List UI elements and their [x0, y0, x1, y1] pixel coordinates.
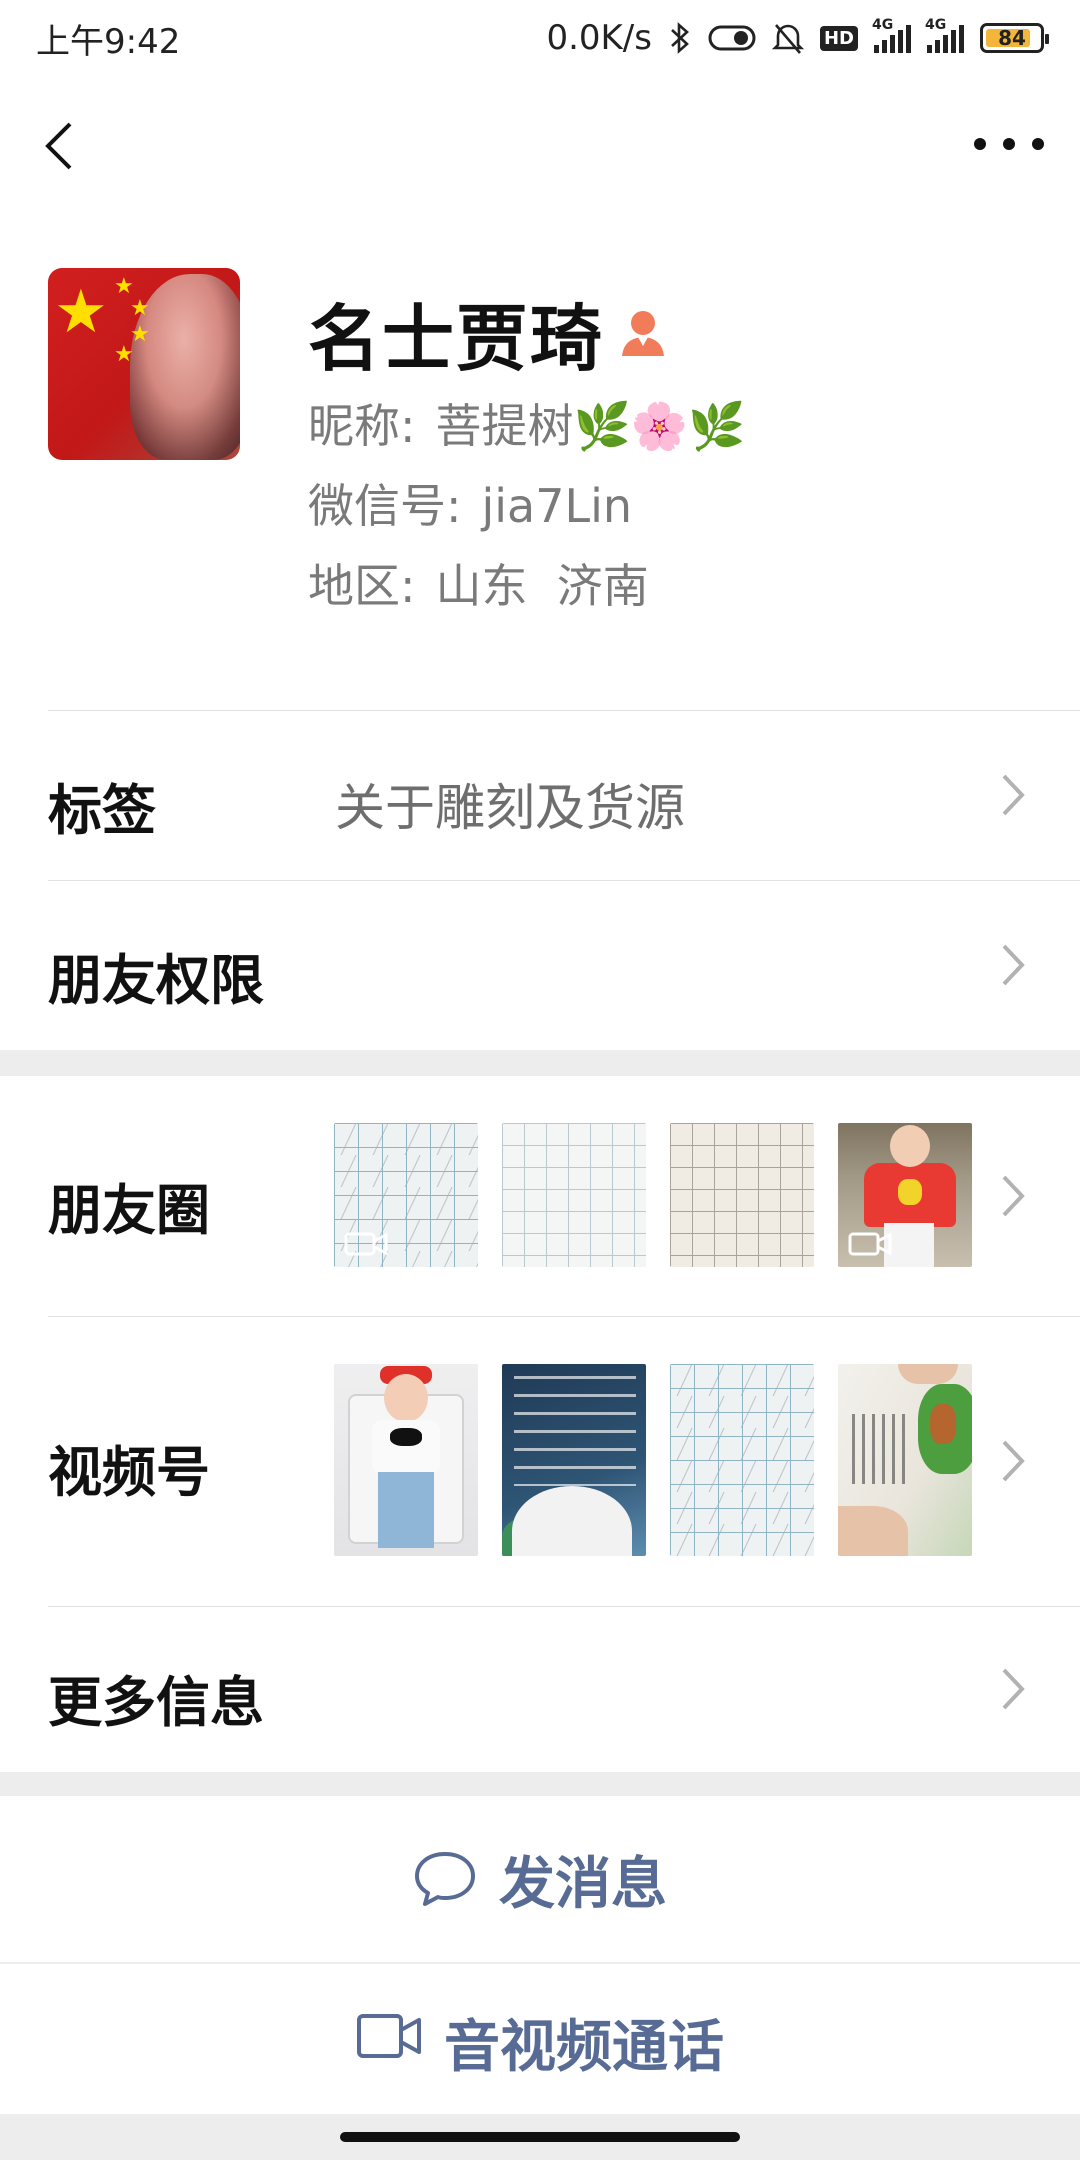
- status-icons: 0.0K/s HD 4G 4G 84: [546, 17, 1049, 58]
- status-bar: 上午9:42 0.0K/s HD 4G 4G 84: [0, 0, 1080, 76]
- tags-value: 关于雕刻及货源: [335, 779, 685, 837]
- home-indicator[interactable]: [340, 2132, 740, 2142]
- tags-row[interactable]: 标签 关于雕刻及货源: [0, 710, 1080, 880]
- chevron-right-icon: [1002, 1440, 1025, 1482]
- channels-label: 视频号: [48, 1441, 210, 1504]
- more-options-button[interactable]: [974, 124, 1044, 164]
- channels-thumb-3[interactable]: [670, 1364, 814, 1556]
- moments-label: 朋友圈: [48, 1179, 210, 1242]
- video-call-label: 音视频通话: [444, 2015, 724, 2080]
- nickname-label: 昵称:: [308, 399, 416, 453]
- channels-thumb-2[interactable]: [502, 1364, 646, 1556]
- send-message-button[interactable]: 发消息: [0, 1796, 1080, 1962]
- friend-permissions-label: 朋友权限: [48, 949, 264, 1012]
- contact-profile-screen: 上午9:42 0.0K/s HD 4G 4G 84 ★ ★ ★ ★ ★ 名士贾琦…: [0, 0, 1080, 2160]
- tags-label: 标签: [48, 779, 156, 842]
- channels-thumbnails: [334, 1364, 972, 1556]
- channels-thumb-4[interactable]: [838, 1364, 972, 1556]
- battery-icon: 84: [980, 23, 1049, 53]
- video-icon: [344, 1232, 388, 1256]
- avatar[interactable]: ★ ★ ★ ★ ★: [48, 268, 240, 460]
- profile-header: ★ ★ ★ ★ ★ 名士贾琦 昵称: 菩提树🌿🌸🌿 微信号: jia7Lin 地区:…: [0, 220, 1080, 710]
- region-label: 地区:: [308, 559, 416, 613]
- back-button[interactable]: [34, 116, 94, 176]
- nav-bar: [0, 76, 1080, 220]
- video-call-button[interactable]: 音视频通话: [0, 1964, 1080, 2114]
- moments-thumbnails: [334, 1123, 972, 1267]
- network-speed: 0.0K/s: [546, 18, 652, 58]
- send-message-label: 发消息: [499, 1851, 667, 1917]
- nickname-row: 昵称: 菩提树🌿🌸🌿: [308, 390, 745, 456]
- battery-level: 84: [998, 26, 1026, 50]
- chevron-left-icon: [45, 122, 72, 170]
- bluetooth-icon: [668, 21, 692, 55]
- toggle-icon: [708, 21, 756, 55]
- nickname-value: 菩提树🌿🌸🌿: [435, 399, 746, 453]
- video-camera-icon: [357, 2014, 421, 2058]
- more-info-label: 更多信息: [48, 1671, 264, 1734]
- female-icon: [620, 308, 666, 358]
- chat-bubble-icon: [415, 1852, 475, 1906]
- mute-bell-icon: [771, 21, 804, 55]
- more-info-row[interactable]: 更多信息: [0, 1606, 1080, 1772]
- name-row: 名士贾琦: [308, 280, 666, 385]
- chevron-right-icon: [1002, 944, 1025, 986]
- status-time: 上午9:42: [36, 21, 181, 62]
- channels-row[interactable]: 视频号: [0, 1316, 1080, 1606]
- signal-4g-icon-2: 4G: [925, 17, 964, 53]
- more-dots-icon: [974, 138, 986, 150]
- video-icon: [848, 1232, 892, 1256]
- chevron-right-icon: [1002, 1668, 1025, 1710]
- hd-badge: HD: [819, 25, 858, 51]
- chevron-right-icon: [1002, 1175, 1025, 1217]
- moments-row[interactable]: 朋友圈: [0, 1076, 1080, 1316]
- wechat-id-row: 微信号: jia7Lin: [308, 470, 632, 536]
- friend-permissions-row[interactable]: 朋友权限: [0, 880, 1080, 1050]
- moments-thumb-1[interactable]: [334, 1123, 478, 1267]
- display-name: 名士贾琦: [308, 297, 605, 381]
- moments-thumb-2[interactable]: [502, 1123, 646, 1267]
- moments-thumb-3[interactable]: [670, 1123, 814, 1267]
- wechat-id-value: jia7Lin: [481, 479, 633, 533]
- chevron-right-icon: [1002, 774, 1025, 816]
- channels-thumb-1[interactable]: [334, 1364, 478, 1556]
- signal-4g-icon-1: 4G: [872, 17, 911, 53]
- wechat-id-label: 微信号:: [308, 479, 462, 533]
- region-row: 地区: 山东 济南: [308, 550, 649, 616]
- moments-thumb-4[interactable]: [838, 1123, 972, 1267]
- region-value: 山东 济南: [435, 559, 649, 613]
